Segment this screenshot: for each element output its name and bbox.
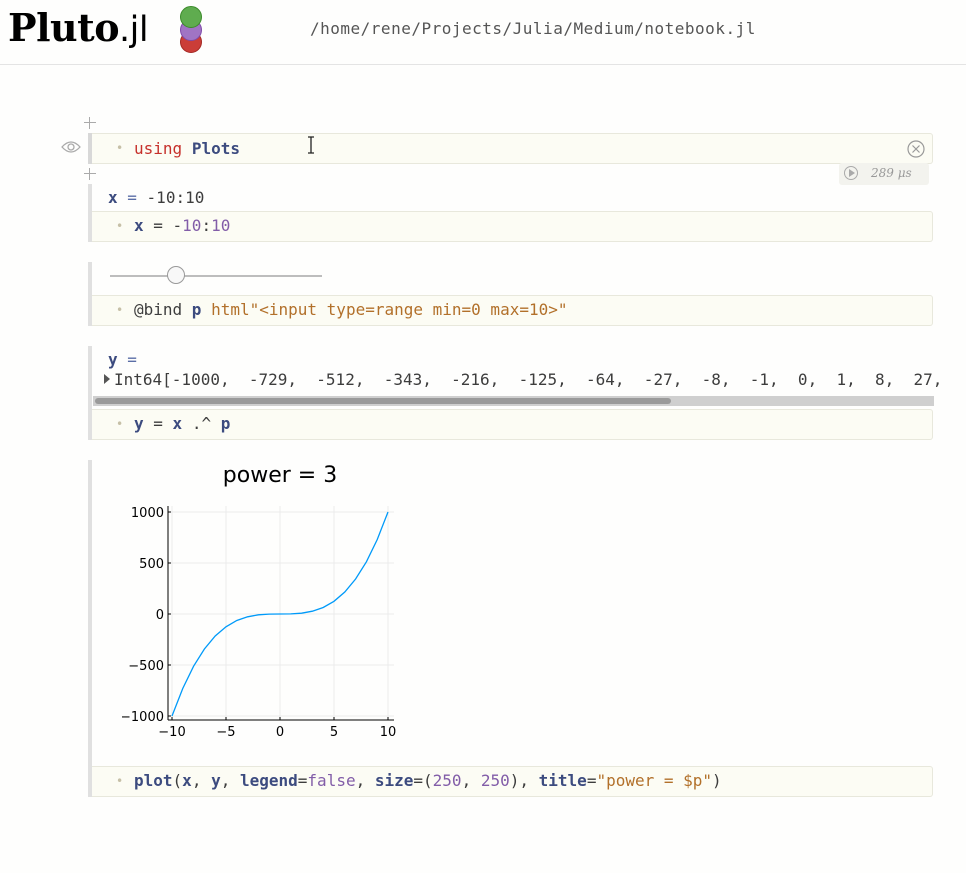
cell-using-plots: • using Plots bbox=[88, 133, 933, 164]
module-name: Plots bbox=[191, 139, 240, 158]
y-tick-label: 0 bbox=[156, 608, 164, 623]
x-tick-label: 10 bbox=[380, 725, 397, 740]
output-value: -10:10 bbox=[146, 188, 205, 207]
code-num: 10 bbox=[211, 216, 231, 235]
run-cell-icon[interactable] bbox=[844, 166, 858, 180]
code-line[interactable]: y = x .^ p bbox=[134, 410, 230, 438]
cell-bullet: • bbox=[116, 774, 124, 788]
logo-suffix: .jl bbox=[119, 10, 149, 50]
array-text: Int64[-1000, -729, -512, -343, -216, -12… bbox=[114, 370, 939, 389]
x-tick-label: 5 bbox=[330, 725, 338, 740]
code-op: = bbox=[297, 771, 308, 790]
y-tick-label: −1000 bbox=[122, 710, 164, 725]
x-tick-label: 0 bbox=[276, 725, 284, 740]
cell-input[interactable]: • plot(x, y, legend=false, size=(250, 25… bbox=[92, 766, 933, 797]
logo-green-dot-icon bbox=[180, 6, 202, 28]
cell-y: y = Int64[-1000, -729, -512, -343, -216,… bbox=[88, 346, 939, 440]
output-eq: = bbox=[117, 188, 147, 207]
chart-title: power = 3 bbox=[223, 463, 337, 488]
eye-icon[interactable] bbox=[61, 140, 81, 154]
slider-track[interactable] bbox=[110, 275, 322, 277]
code-string: "<input type=range min=0 max=10>" bbox=[249, 300, 568, 319]
x-tick-label: −10 bbox=[158, 725, 185, 740]
code-var: x bbox=[172, 414, 183, 433]
cell-input[interactable]: • x = -10:10 bbox=[92, 211, 933, 242]
expand-triangle-icon[interactable] bbox=[104, 374, 110, 384]
scrollbar-thumb[interactable] bbox=[95, 398, 671, 404]
code-op: ), bbox=[509, 771, 539, 790]
logo-main: Pluto bbox=[8, 5, 120, 50]
keyword-using: using bbox=[134, 139, 183, 158]
code-op: = bbox=[143, 414, 173, 433]
slider-thumb[interactable] bbox=[167, 266, 186, 284]
code-kwarg: title bbox=[538, 771, 587, 790]
code-macro: @bind bbox=[134, 300, 192, 319]
cell-bullet: • bbox=[116, 141, 124, 155]
add-cell-below-icon[interactable] bbox=[84, 168, 96, 180]
range-slider[interactable] bbox=[92, 262, 332, 288]
x-tick-label: −5 bbox=[216, 725, 235, 740]
code-string: "power = $p" bbox=[596, 771, 713, 790]
runtime-badge[interactable]: 289 μs bbox=[839, 163, 929, 185]
y-tick-label: −500 bbox=[128, 659, 164, 674]
code-var: x bbox=[182, 771, 192, 790]
header: Pluto.jl /home/rene/Projects/Julia/Mediu… bbox=[0, 0, 966, 65]
pluto-logo[interactable]: Pluto.jl bbox=[8, 5, 149, 52]
code-num: 10 bbox=[182, 216, 202, 235]
cell-output: y = bbox=[108, 350, 137, 369]
cell-output: x = -10:10 bbox=[108, 188, 204, 207]
code-op: , bbox=[355, 771, 375, 790]
plot-chart: power = 3 −10 −5 0 5 10 −1000 −500 0 500 1000 bbox=[122, 463, 397, 740]
cell-plot: power = 3 −10 −5 0 5 10 −1000 −500 0 500 1000 • pl… bbox=[88, 460, 933, 797]
code-line[interactable]: using Plots bbox=[134, 134, 240, 163]
code-op: =( bbox=[413, 771, 433, 790]
code-op: ( bbox=[172, 771, 183, 790]
code-html: html bbox=[201, 300, 250, 319]
code-op: : bbox=[201, 216, 212, 235]
code-op: , bbox=[461, 771, 481, 790]
code-line[interactable]: x = -10:10 bbox=[134, 212, 230, 240]
output-var: x bbox=[108, 188, 118, 207]
code-kwarg: size bbox=[374, 771, 414, 790]
runtime-value: 289 μs bbox=[871, 166, 912, 180]
cell-slider: • @bind p html"<input type=range min=0 m… bbox=[88, 262, 933, 326]
code-fn: plot bbox=[134, 771, 173, 790]
text-cursor-icon bbox=[308, 136, 314, 154]
code-var: x bbox=[134, 216, 144, 235]
cell-bullet: • bbox=[116, 303, 124, 317]
code-op: , bbox=[220, 771, 240, 790]
code-var: p bbox=[220, 414, 231, 433]
code-op: = bbox=[586, 771, 597, 790]
cell-x: x = -10:10 • x = -10:10 bbox=[88, 184, 933, 242]
code-num: 250 bbox=[432, 771, 462, 790]
code-line[interactable]: @bind p html"<input type=range min=0 max… bbox=[134, 296, 568, 324]
cell-input[interactable]: • y = x .^ p bbox=[92, 409, 933, 440]
code-op: .^ bbox=[182, 414, 221, 433]
code-var: p bbox=[191, 300, 202, 319]
horizontal-scrollbar[interactable] bbox=[93, 396, 934, 406]
cell-input[interactable]: • using Plots bbox=[92, 133, 933, 164]
cell-bullet: • bbox=[116, 219, 124, 233]
y-tick-label: 1000 bbox=[131, 506, 164, 521]
y-tick-label: 500 bbox=[139, 557, 164, 572]
array-output[interactable]: Int64[-1000, -729, -512, -343, -216, -12… bbox=[104, 370, 939, 392]
output-var: y bbox=[108, 350, 118, 369]
code-var: y bbox=[134, 414, 144, 433]
code-op: = - bbox=[143, 216, 183, 235]
cell-bullet: • bbox=[116, 417, 124, 431]
code-op: ) bbox=[712, 771, 722, 790]
notebook-path[interactable]: /home/rene/Projects/Julia/Medium/noteboo… bbox=[310, 19, 756, 38]
code-var: y bbox=[211, 771, 221, 790]
code-kwarg: legend bbox=[239, 771, 298, 790]
close-icon[interactable] bbox=[907, 140, 925, 158]
code-line[interactable]: plot(x, y, legend=false, size=(250, 250)… bbox=[134, 767, 722, 795]
output-eq: = bbox=[117, 350, 137, 369]
code-num: 250 bbox=[480, 771, 510, 790]
code-op: , bbox=[191, 771, 212, 790]
cell-input[interactable]: • @bind p html"<input type=range min=0 m… bbox=[92, 295, 933, 326]
code-bool: false bbox=[307, 771, 356, 790]
add-cell-above-icon[interactable] bbox=[84, 117, 96, 129]
